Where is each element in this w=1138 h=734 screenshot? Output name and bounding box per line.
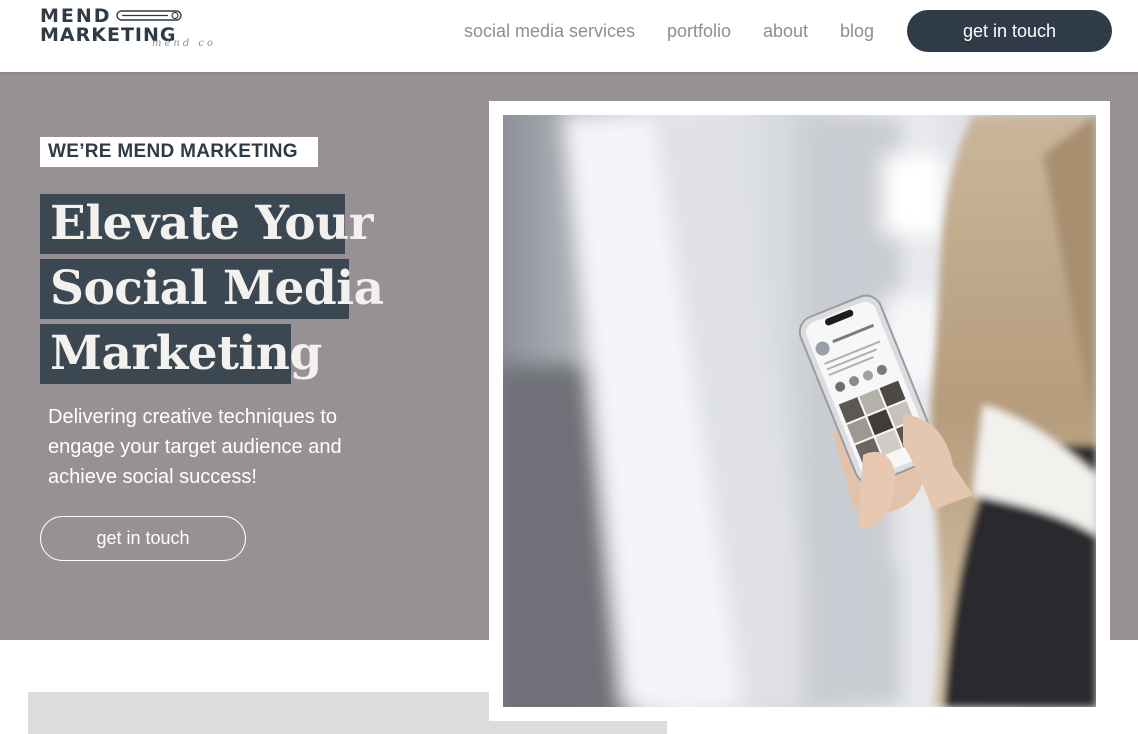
safety-pin-icon: [116, 10, 182, 21]
headline-line: Social Media: [40, 259, 384, 319]
logo-script-text: mend co: [152, 38, 217, 49]
hero-photo: [503, 115, 1096, 707]
logo[interactable]: MEND MARKETING mend co: [40, 7, 240, 57]
nav-blog[interactable]: blog: [840, 20, 874, 42]
hero-get-in-touch-button[interactable]: get in touch: [40, 516, 246, 561]
nav-social-media-services[interactable]: social media services: [464, 20, 635, 42]
page: MEND MARKETING mend co social media serv…: [0, 0, 1138, 734]
headline-line: Elevate Your: [40, 194, 374, 254]
hero-subtext: Delivering creative techniques to engage…: [48, 406, 342, 488]
header-get-in-touch-button[interactable]: get in touch: [907, 10, 1112, 52]
site-header: MEND MARKETING mend co social media serv…: [0, 0, 1138, 72]
nav-portfolio[interactable]: portfolio: [667, 20, 731, 42]
hero-eyebrow: WE’RE MEND MARKETING: [40, 137, 318, 167]
nav-about[interactable]: about: [763, 20, 808, 42]
headline-line: Marketing: [40, 324, 322, 384]
photo-woman-holding-phone-icon: [503, 115, 1096, 707]
